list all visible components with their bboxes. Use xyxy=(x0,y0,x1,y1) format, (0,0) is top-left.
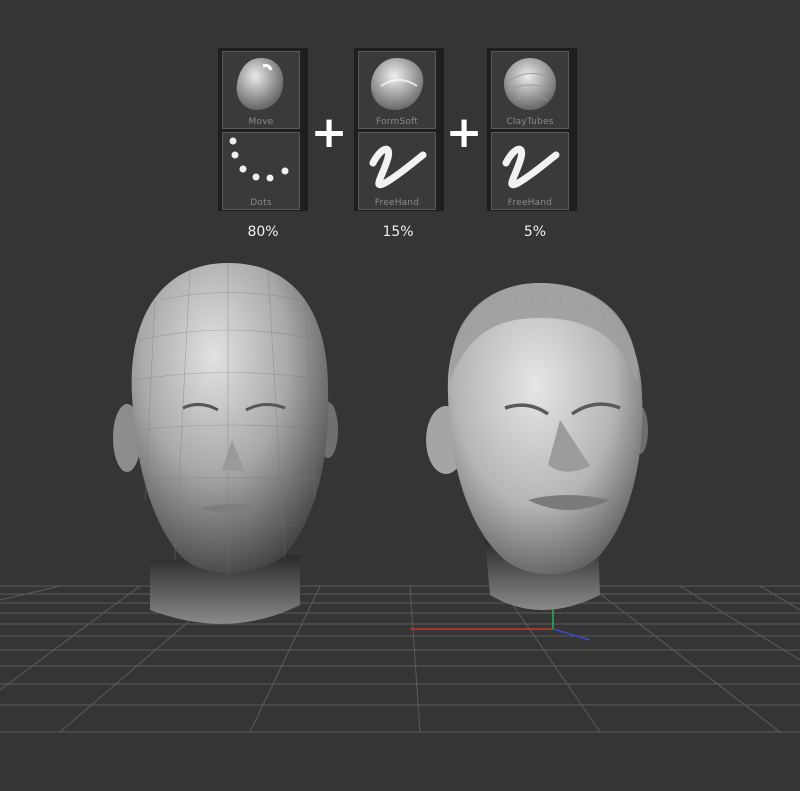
brush-mix-percent-2: 15% xyxy=(382,224,414,240)
stroke-label: Dots xyxy=(250,198,272,208)
brush-group-3: ClayTubes FreeHand xyxy=(487,48,577,211)
freehand-stroke-button[interactable]: FreeHand xyxy=(491,132,569,210)
stroke-label: FreeHand xyxy=(374,198,420,208)
brush-mix-percent-1: 80% xyxy=(247,224,279,240)
claytubes-brush-icon xyxy=(504,58,556,110)
dots-stroke-button[interactable]: Dots xyxy=(222,132,300,210)
low-poly-head-icon[interactable] xyxy=(113,263,338,624)
brush-label: Move xyxy=(248,117,274,127)
move-brush-button[interactable]: Move xyxy=(222,51,300,129)
brush-mix-percent-3: 5% xyxy=(523,224,547,240)
brush-label: ClayTubes xyxy=(506,117,554,127)
sculpted-head-icon[interactable] xyxy=(426,283,648,610)
plus-operator-2: + xyxy=(445,107,483,158)
freehand-stroke-icon xyxy=(369,145,427,189)
claytubes-brush-button[interactable]: ClayTubes xyxy=(491,51,569,129)
stroke-label: FreeHand xyxy=(507,198,553,208)
plus-operator-1: + xyxy=(310,107,348,158)
3d-viewport[interactable]: Move Dots + FormSoft FreeHand + ClayTube… xyxy=(0,0,800,791)
freehand-stroke-button[interactable]: FreeHand xyxy=(358,132,436,210)
move-brush-icon xyxy=(236,58,284,110)
dots-stroke-icon xyxy=(229,137,289,182)
formsoft-brush-icon xyxy=(371,58,424,110)
brush-group-2: FormSoft FreeHand xyxy=(354,48,444,211)
freehand-stroke-icon xyxy=(502,145,560,189)
formsoft-brush-button[interactable]: FormSoft xyxy=(358,51,436,129)
brush-group-1: Move Dots xyxy=(218,48,308,211)
brush-label: FormSoft xyxy=(375,117,419,127)
